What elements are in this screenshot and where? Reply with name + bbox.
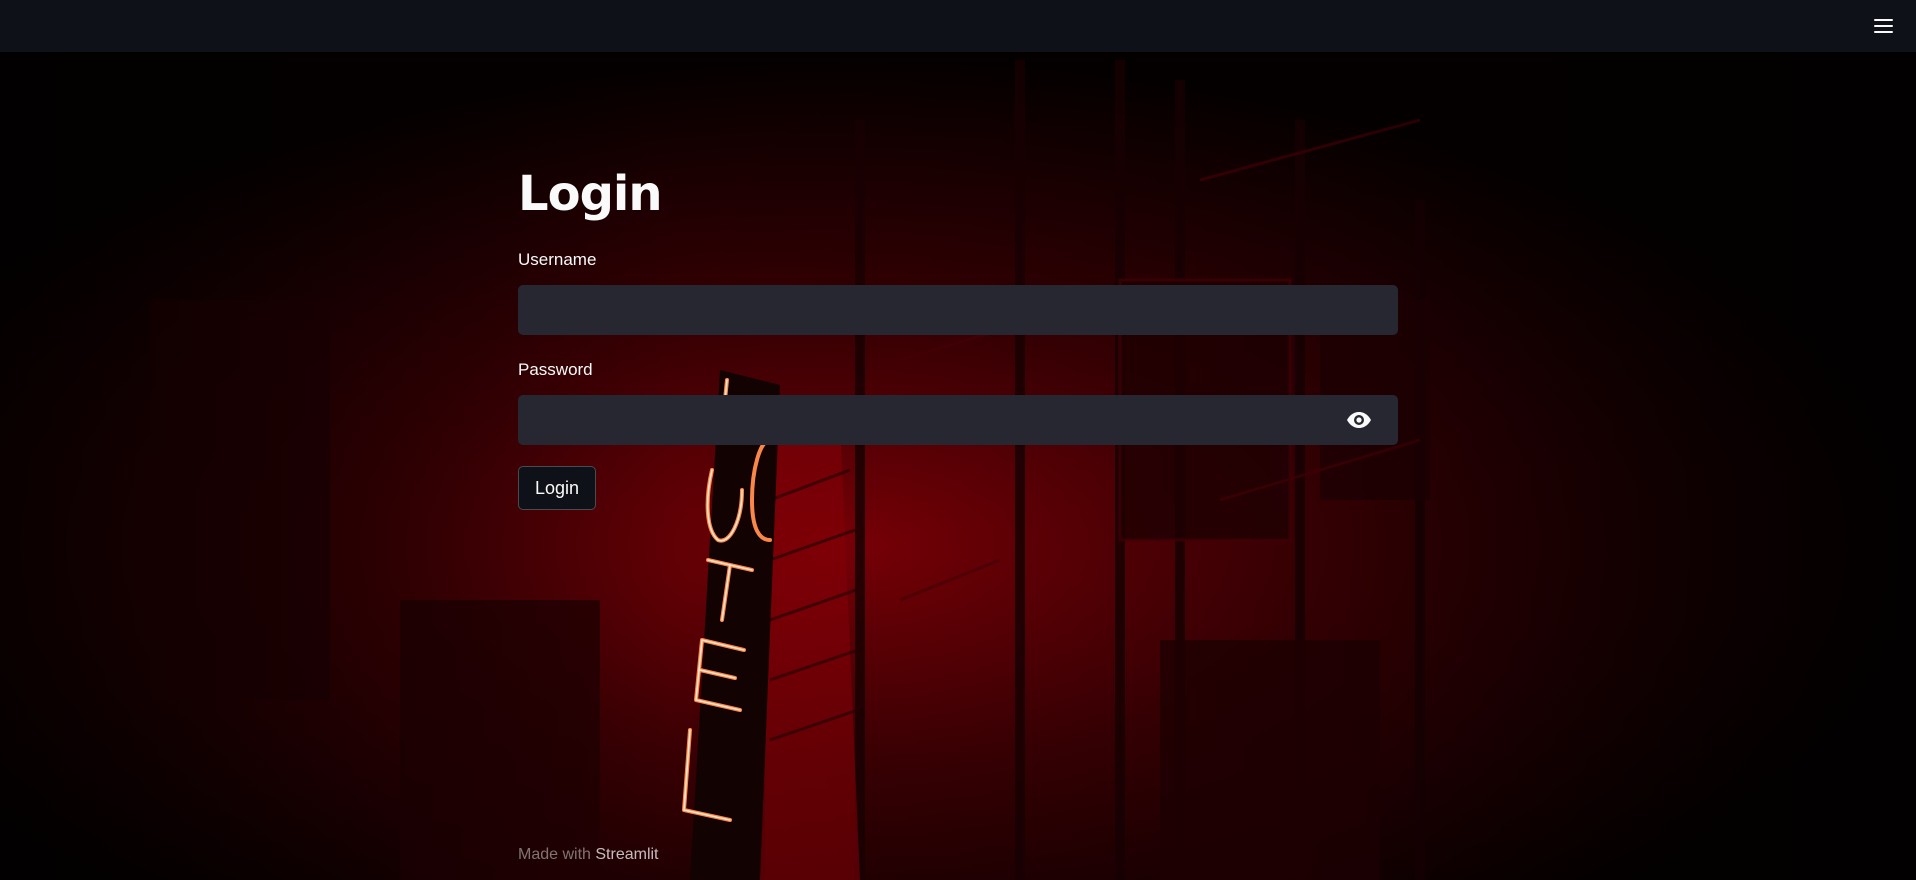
app-root: Login Username Password Login Made with …: [0, 0, 1916, 880]
page-title: Login: [518, 166, 663, 222]
streamlit-link[interactable]: Streamlit: [595, 846, 658, 863]
login-button[interactable]: Login: [518, 466, 596, 510]
footer: Made with Streamlit: [518, 846, 659, 864]
username-label: Username: [518, 250, 597, 269]
username-input[interactable]: [518, 285, 1398, 335]
footer-made-with: Made with: [518, 846, 591, 863]
hamburger-menu-icon[interactable]: [1872, 14, 1896, 38]
password-input[interactable]: [518, 395, 1398, 445]
header-bar: [0, 0, 1916, 52]
eye-icon[interactable]: [1344, 405, 1374, 435]
password-label: Password: [518, 360, 593, 379]
